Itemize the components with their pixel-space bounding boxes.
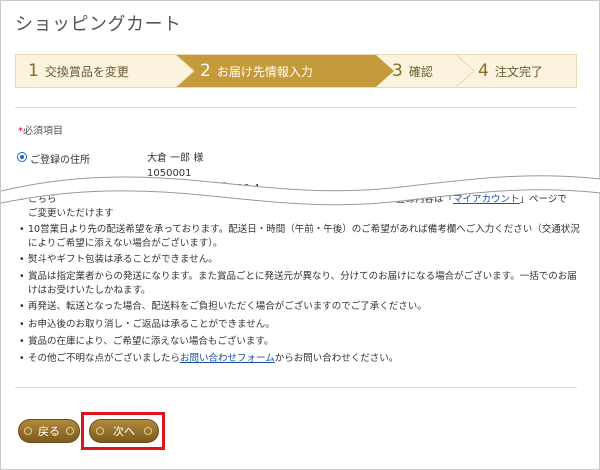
page-title: ショッピングカート <box>15 14 182 35</box>
page-tear-divider <box>1 175 600 206</box>
bullet: • <box>19 301 25 312</box>
step-2-current: 2 お届け先情報入力 <box>176 55 376 87</box>
registered-address-radio[interactable] <box>17 152 27 162</box>
divider <box>15 387 577 388</box>
note-text: 賞品は指定業者からの発送になります。また賞品ごとに発送元が異なり、分けてのお届け… <box>28 271 577 296</box>
registered-address-label[interactable]: ご登録の住所 <box>30 151 90 166</box>
bullet: • <box>19 224 25 235</box>
note-text: 熨斗やギフト包装は承ることができません。 <box>28 254 218 265</box>
page-frame: ショッピングカート 1 交換賞品を変更 2 お届け先情報入力 3 確認 4 注文… <box>0 0 600 470</box>
step-1: 1 交換賞品を変更 <box>28 55 178 87</box>
bullet: • <box>19 254 25 265</box>
next-button-highlight <box>81 412 165 450</box>
note-text: その他ご不明な点がございましたら <box>28 353 181 364</box>
recipient-name: 大倉 一郎 様 <box>147 153 204 164</box>
note-text: 10営業日より先の配送希望を承っております。配送日・時間（午前・午後）のご希望が… <box>28 224 580 249</box>
step-3-label: 確認 <box>408 64 433 79</box>
step-separator-icon <box>456 55 474 87</box>
step-3-number: 3 <box>392 61 403 81</box>
step-4: 4 注文完了 <box>478 55 578 87</box>
step-1-number: 1 <box>28 61 39 81</box>
note-text: からお問い合わせください。 <box>274 353 399 364</box>
bullet: • <box>19 353 25 364</box>
note-text: 賞品の在庫により、ご希望に添えない場合もございます。 <box>28 336 274 347</box>
step-2-label: お届け先情報入力 <box>216 64 313 79</box>
note-text: お申込後のお取り消し・ご返品は承ることができません。 <box>28 319 275 330</box>
back-button-label: 戻る <box>38 425 60 438</box>
checkout-steps: 1 交換賞品を変更 2 お届け先情報入力 3 確認 4 注文完了 <box>15 54 577 88</box>
note-text: 再発送、転送となった場合、配送料をご負担いただく場合がございますのでご了承くださ… <box>28 301 427 312</box>
button-ornament-icon <box>66 427 74 435</box>
back-button[interactable]: 戻る <box>18 419 80 443</box>
step-2-number: 2 <box>200 61 211 81</box>
note-text: ご変更いただけます <box>28 207 114 219</box>
step-1-label: 交換賞品を変更 <box>44 64 129 79</box>
button-ornament-icon <box>24 427 32 435</box>
bullet: • <box>19 271 25 282</box>
required-label: 必須項目 <box>23 126 63 137</box>
required-fields-note: *必須項目 <box>18 122 63 137</box>
bullet: • <box>19 319 25 330</box>
step-4-number: 4 <box>478 61 489 81</box>
contact-form-link[interactable]: お問い合わせフォーム <box>180 353 275 364</box>
bullet: • <box>19 336 25 347</box>
divider <box>15 107 577 108</box>
step-4-label: 注文完了 <box>494 64 543 79</box>
step-separator-icon <box>176 55 194 87</box>
